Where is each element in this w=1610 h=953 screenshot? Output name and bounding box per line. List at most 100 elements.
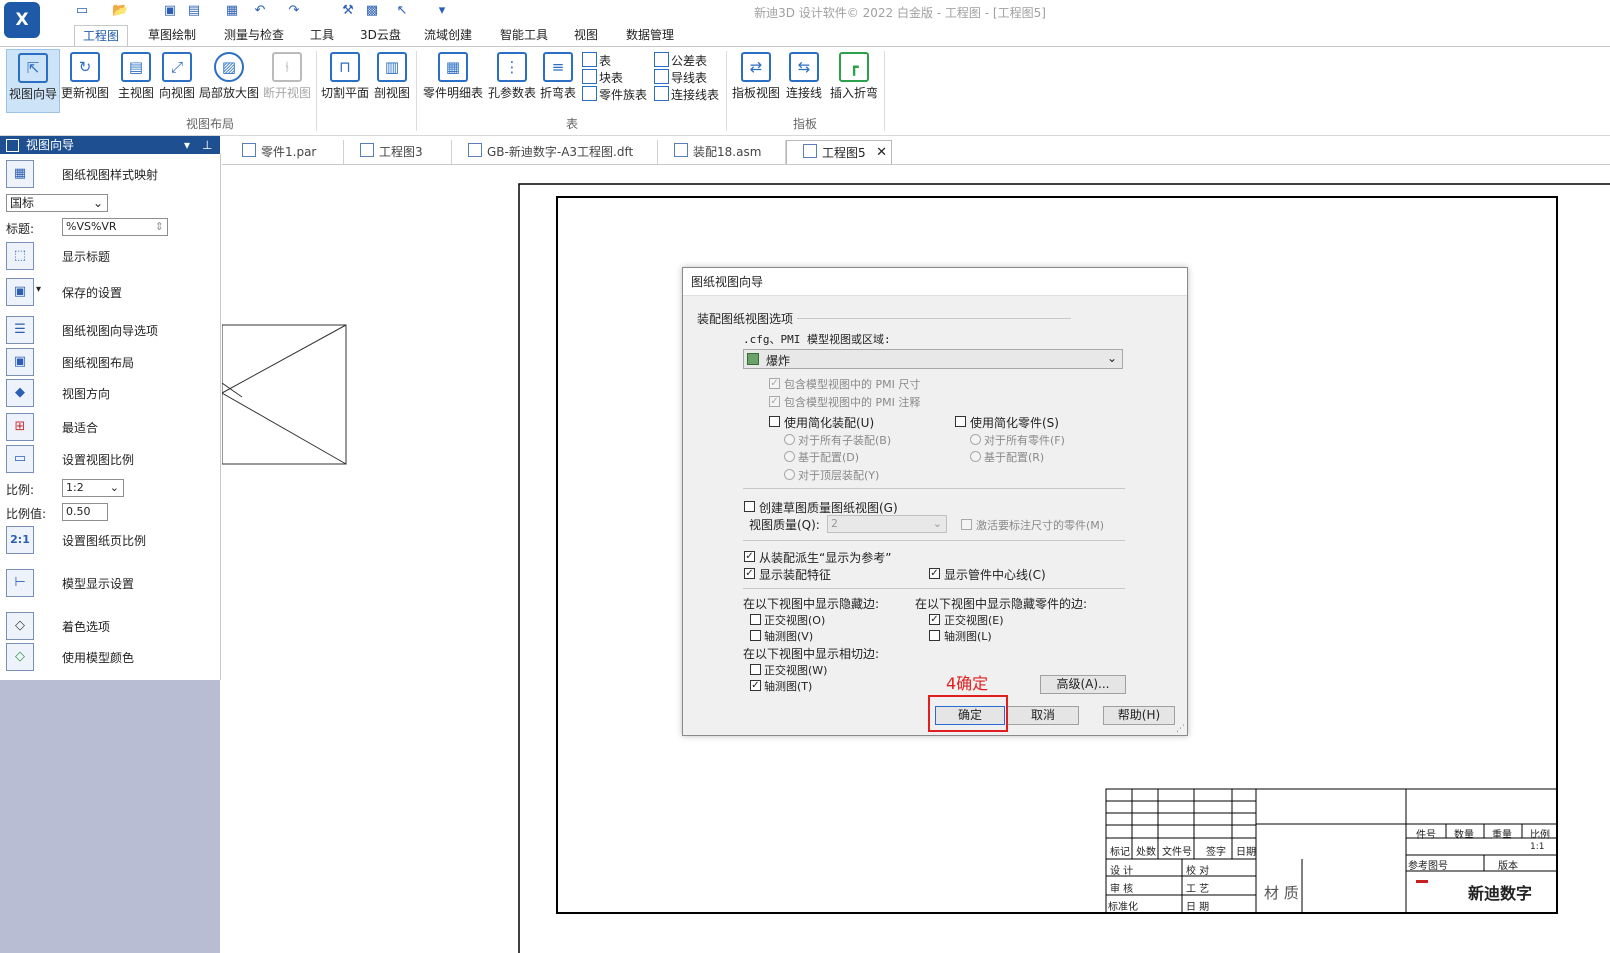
hidden-iso-checkbox[interactable]: [750, 630, 761, 641]
doc-tab-gb-template[interactable]: GB-新迪数字-A3工程图.dft: [452, 140, 658, 164]
simplified-assembly-checkbox[interactable]: [769, 416, 780, 427]
section-divider: [797, 318, 1071, 319]
open-folder-icon[interactable]: 📂: [112, 3, 128, 19]
hole-table-button[interactable]: ⋮ 孔参数表: [486, 49, 538, 113]
connector-table-button[interactable]: 连接线表: [654, 86, 719, 103]
tab-3d-cloud[interactable]: 3D云盘: [352, 25, 409, 46]
assembly-features-checkbox[interactable]: ✓: [744, 568, 755, 579]
assembly-features-label: 显示装配特征: [759, 568, 832, 582]
activate-parts-checkbox[interactable]: [961, 519, 972, 530]
config-radio-1[interactable]: [784, 451, 795, 462]
section-title: 装配图纸视图选项: [697, 312, 794, 326]
all-parts-radio[interactable]: [970, 434, 981, 445]
config-radio-2[interactable]: [970, 451, 981, 462]
divider: [743, 540, 1125, 541]
family-table-button[interactable]: 零件族表: [582, 86, 647, 103]
tangent-iso-checkbox[interactable]: ✓: [750, 680, 761, 691]
cube-icon: ◆: [6, 379, 34, 407]
tb-scale-value: 1:1: [1530, 842, 1545, 852]
table-button[interactable]: 表: [582, 52, 611, 69]
tab-domain-create[interactable]: 流域创建: [416, 25, 480, 46]
table-icon: [582, 52, 597, 67]
advanced-button[interactable]: 高级(A)...: [1040, 675, 1126, 694]
customize-dropdown-icon[interactable]: ▾: [434, 3, 450, 19]
ribbon-tabs: 工程图 草图绘制 测量与检查 工具 3D云盘 流域创建 智能工具 视图 数据管理: [0, 24, 1610, 47]
saved-settings-dropdown-icon[interactable]: ▾: [36, 284, 41, 295]
draft-quality-checkbox[interactable]: [744, 501, 755, 512]
connect-line-button[interactable]: ⇆ 连接线: [784, 49, 824, 113]
tb-version: 版本: [1498, 861, 1518, 872]
save-all-icon[interactable]: ▤: [186, 3, 202, 19]
cfg-select[interactable]: 爆炸 ⌄: [743, 349, 1123, 369]
doc-tab-assembly18[interactable]: 装配18.asm: [658, 140, 786, 164]
panel-dropdown-icon[interactable]: ▾: [184, 136, 190, 154]
tab-tools[interactable]: 工具: [302, 25, 342, 46]
block-table-button[interactable]: 块表: [582, 69, 623, 86]
hidden-ortho-checkbox[interactable]: [750, 614, 761, 625]
cutting-plane-button[interactable]: ⊓ 切割平面: [320, 49, 370, 113]
doc-tab-drawing5[interactable]: 工程图5 ✕: [786, 140, 892, 164]
broken-view-button[interactable]: ⫮ 断开视图: [261, 49, 313, 113]
tool-icon[interactable]: ⚒: [340, 3, 356, 19]
title-input[interactable]: %VS%VR ⇕: [62, 218, 168, 236]
view-icon[interactable]: ▩: [364, 3, 380, 19]
section-view-button[interactable]: ▥ 剖视图: [372, 49, 412, 113]
detail-view-button[interactable]: ▨ 局部放大图: [198, 49, 260, 113]
assembly-file-icon: [674, 143, 688, 157]
undo-icon[interactable]: ↶: [252, 3, 268, 19]
tangent-iso-label: 轴测图(T): [764, 680, 813, 693]
save-icon[interactable]: ▣: [162, 3, 178, 19]
wire-table-icon: [654, 69, 669, 84]
tab-sketch[interactable]: 草图绘制: [140, 25, 204, 46]
draft-quality-label: 创建草图质量图纸视图(G): [759, 501, 898, 515]
cancel-button[interactable]: 取消: [1007, 706, 1079, 725]
step-annotation-label: 4确定: [946, 674, 989, 693]
tab-measure[interactable]: 测量与检查: [216, 25, 292, 46]
simplified-part-checkbox[interactable]: [955, 416, 966, 427]
tangent-ortho-checkbox[interactable]: [750, 664, 761, 675]
section-view-icon: ▥: [377, 52, 407, 82]
pin-icon[interactable]: ⊥: [202, 136, 212, 154]
direction-view-button[interactable]: ⤢ 向视图: [157, 49, 197, 113]
select-cursor-icon[interactable]: ↖: [394, 3, 410, 19]
tb-date-2: 日 期: [1186, 902, 1210, 913]
new-file-icon[interactable]: ▭: [74, 3, 90, 19]
properties-icon[interactable]: ▦: [224, 3, 240, 19]
doc-tab-drawing3[interactable]: 工程图3: [344, 140, 452, 164]
view-wizard-button[interactable]: ⇱ 视图向导: [6, 49, 60, 113]
tab-view[interactable]: 视图: [566, 25, 606, 46]
hidden-parts-ortho-checkbox[interactable]: ✓: [929, 614, 940, 625]
pmi-note-checkbox[interactable]: ✓: [769, 396, 780, 407]
drawing-view-wizard-dialog: 图纸视图向导 装配图纸视图选项 .cfg、PMI 模型视图或区域: 爆炸 ⌄ ✓…: [682, 267, 1188, 736]
scale-select[interactable]: 1:2 ⌄: [62, 479, 124, 497]
tab-drawing[interactable]: 工程图: [74, 25, 129, 47]
doc-tab-part1[interactable]: 零件1.par: [226, 140, 344, 164]
derive-reference-checkbox[interactable]: ✓: [744, 551, 755, 562]
tube-centerline-checkbox[interactable]: ✓: [929, 568, 940, 579]
update-view-button[interactable]: ↻ 更新视图: [60, 49, 110, 113]
tb-process: 工 艺: [1186, 884, 1210, 895]
standard-select[interactable]: 国标 ⌄: [6, 194, 108, 212]
redo-icon[interactable]: ↷: [286, 3, 302, 19]
parts-list-button[interactable]: ▦ 零件明细表: [422, 49, 484, 113]
main-view-button[interactable]: ▤ 主视图: [116, 49, 156, 113]
tab-data-management[interactable]: 数据管理: [618, 25, 682, 46]
tolerance-table-button[interactable]: 公差表: [654, 52, 707, 69]
wire-table-button[interactable]: 导线表: [654, 69, 707, 86]
top-level-radio[interactable]: [784, 469, 795, 480]
hidden-parts-iso-checkbox[interactable]: [929, 630, 940, 641]
group-label-table: 表: [565, 117, 578, 131]
close-icon[interactable]: ✕: [876, 141, 887, 165]
help-button[interactable]: 帮助(H): [1103, 706, 1175, 725]
scale-value-input[interactable]: 0.50: [62, 503, 108, 521]
fingerboard-view-button[interactable]: ⇄ 指板视图: [730, 49, 782, 113]
tab-smart-tools[interactable]: 智能工具: [492, 25, 556, 46]
all-subassemblies-radio[interactable]: [784, 434, 795, 445]
bend-table-button[interactable]: ≡ 折弯表: [538, 49, 578, 113]
title-label: 标题:: [6, 222, 35, 236]
resize-grip-icon[interactable]: ⋰: [1176, 724, 1185, 734]
connect-line-icon: ⇆: [789, 52, 819, 82]
pmi-dim-checkbox[interactable]: ✓: [769, 378, 780, 389]
insert-bend-button[interactable]: ┏ 插入折弯: [828, 49, 880, 113]
view-quality-select[interactable]: 2 ⌄: [827, 515, 947, 533]
